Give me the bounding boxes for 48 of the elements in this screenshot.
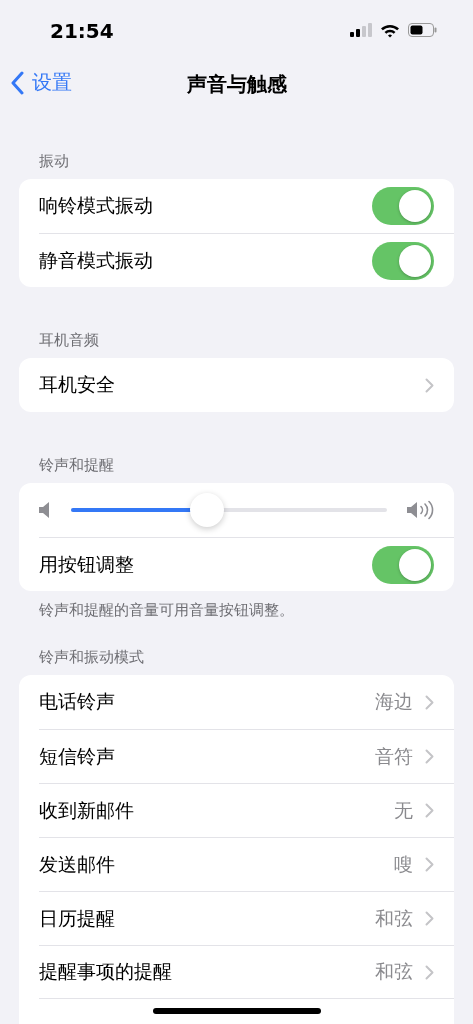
setting-label: 日历提醒 [39,905,116,931]
setting-label: 用按钮调整 [39,551,135,577]
settings-row[interactable]: 短信铃声 音符 [39,729,454,783]
chevron-icon [425,694,434,710]
setting-value: 嗖 [394,851,413,877]
settings-row[interactable]: 提醒事项的提醒 和弦 [39,945,454,999]
setting-label: 电话铃声 [39,689,116,714]
setting-label: 收到新邮件 [39,797,135,823]
chevron-icon [425,803,434,818]
setting-value: 和弦 [375,959,413,984]
chevron-icon [425,911,434,926]
setting-label: 响铃模式振动 [39,193,154,218]
toggle-switch[interactable] [372,241,434,280]
setting-label: 短信铃声 [39,743,116,769]
chevron-icon [425,749,434,764]
screen-title: 声音与触感 [186,71,287,98]
section-header: 铃声和提醒 [38,456,115,475]
back-button[interactable]: 设置 [10,69,72,96]
setting-label: 提醒事项的提醒 [39,959,173,984]
signal-icon [350,23,372,37]
settings-row[interactable]: 电话铃声 海边 [39,675,454,729]
speaker-low-icon [39,501,51,519]
setting-label: 静音模式振动 [39,247,154,273]
section-header: 振动 [38,152,70,171]
setting-value: 无 [394,797,413,823]
setting-value: 海边 [375,689,413,714]
toggle-switch[interactable] [372,545,434,584]
slider-thumb[interactable] [189,493,224,527]
chevron-icon [425,857,434,872]
settings-row[interactable]: 收到新邮件 无 [39,783,454,837]
wifi-icon [380,22,400,38]
section-header: 耳机音频 [38,331,100,350]
speaker-high-icon [407,500,435,520]
settings-row[interactable]: 日历提醒 和弦 [39,891,454,945]
chevron-icon [425,377,434,393]
setting-value: 和弦 [375,905,413,931]
toggle-switch[interactable] [372,187,434,225]
back-chevron-icon [10,70,24,95]
setting-label: 发送邮件 [39,851,116,877]
settings-row[interactable]: 耳机安全 [39,358,454,412]
section-footer: 铃声和提醒的音量可用音量按钮调整。 [0,591,473,620]
section-header: 铃声和振动模式 [38,648,145,667]
setting-value: 音符 [375,743,413,769]
settings-row[interactable]: 发送邮件 嗖 [39,837,454,891]
clock-time: 21:54 [50,19,114,43]
chevron-icon [425,964,434,980]
setting-label: 耳机安全 [39,372,116,397]
battery-icon [408,23,437,37]
